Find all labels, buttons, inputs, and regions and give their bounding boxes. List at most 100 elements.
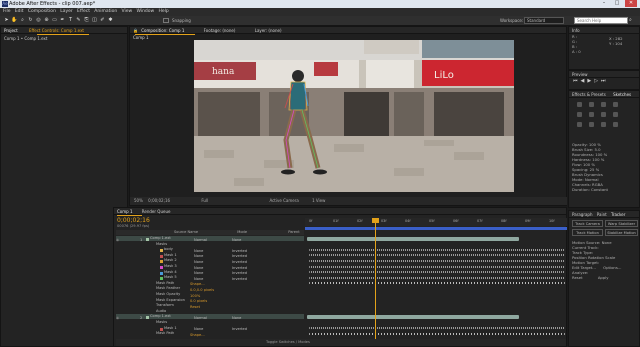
tab-footage[interactable]: Footage: (none) [204, 28, 236, 33]
pan-behind-tool-icon[interactable]: ⊕ [43, 17, 50, 24]
brush-preset-button[interactable] [601, 122, 606, 127]
brush-preset-button[interactable] [613, 112, 618, 117]
layer-row[interactable]: ◉ 1 Comp 1.ext Normal None [116, 236, 304, 242]
layer-name[interactable]: body [164, 247, 194, 252]
property-row[interactable]: Transform Reset [116, 303, 304, 309]
property-row[interactable]: Mask 2 None Inverted [116, 258, 304, 264]
tab-render-queue[interactable]: Render Queue [142, 209, 171, 214]
layer-row[interactable]: ◉ 2 Comp 1.ext Normal None [116, 314, 304, 320]
close-button[interactable]: ✕ [625, 0, 637, 7]
mask-keyframes[interactable] [309, 271, 565, 274]
mask-keyframes[interactable] [309, 248, 565, 251]
property-row[interactable]: body None Inverted [116, 247, 304, 253]
property-row[interactable]: Audio [116, 309, 304, 314]
apply-button[interactable]: Apply [598, 275, 609, 280]
tab-info[interactable]: Info [569, 27, 639, 34]
layer-name[interactable]: Audio [156, 309, 190, 314]
layer-name[interactable]: Comp 1.ext [150, 314, 194, 319]
layer-name[interactable]: Masks [156, 320, 190, 325]
timeline-track-area[interactable] [305, 236, 567, 338]
timeline-timecode[interactable]: 0;00;02;16 [117, 217, 150, 224]
layer-name[interactable]: Mask 3 [164, 264, 194, 269]
mask-path-keyframes[interactable] [309, 332, 565, 335]
menu-animation[interactable]: Animation [94, 8, 117, 16]
tab-effects-presets[interactable]: Effects & Presets [572, 92, 606, 97]
motion-source-select[interactable]: None [602, 240, 612, 245]
brush-preset-button[interactable] [613, 122, 618, 127]
layer-name[interactable]: Mask Path [156, 281, 190, 286]
track-camera-button[interactable]: Track Camera [572, 220, 603, 227]
view-layout-select[interactable]: 1 View [312, 198, 325, 203]
mask-keyframes[interactable] [309, 327, 565, 330]
brush-tool-icon[interactable]: ✎ [75, 17, 82, 24]
mask-keyframes[interactable] [309, 254, 565, 257]
current-time-indicator[interactable] [375, 218, 376, 340]
tab-paragraph[interactable]: Paragraph [572, 212, 593, 217]
brush-preset-button[interactable] [577, 122, 582, 127]
property-row[interactable]: Masks [116, 242, 304, 247]
type-tool-icon[interactable]: T [67, 17, 74, 24]
tab-project[interactable]: Project [4, 28, 18, 33]
layer-duration-bar[interactable] [307, 236, 519, 241]
col-parent[interactable]: Parent [288, 230, 300, 234]
lock-icon[interactable]: 🔒 [133, 28, 138, 33]
resolution-select[interactable]: Full [201, 198, 208, 203]
property-row[interactable]: Mask 3 None Inverted [116, 264, 304, 270]
layer-name[interactable]: Mask 4 [164, 270, 194, 275]
magnification-select[interactable]: 50% [134, 198, 143, 203]
pen-tool-icon[interactable]: ✒ [59, 17, 66, 24]
search-icon[interactable]: ⌕ [629, 17, 632, 23]
tab-composition[interactable]: Composition: Comp 1 [141, 28, 184, 33]
tab-layer[interactable]: Layer: (none) [255, 28, 282, 33]
menu-edit[interactable]: Edit [15, 8, 24, 16]
workspace-select[interactable]: Standard [524, 17, 564, 24]
work-area-bar[interactable] [305, 227, 567, 230]
menu-effect[interactable]: Effect [77, 8, 90, 16]
minimize-button[interactable]: – [598, 0, 610, 7]
eraser-tool-icon[interactable]: ◫ [91, 17, 98, 24]
rotate-tool-icon[interactable]: ↻ [27, 17, 34, 24]
menu-layer[interactable]: Layer [60, 8, 73, 16]
menu-window[interactable]: Window [136, 8, 154, 16]
brush-preset-button[interactable] [613, 102, 618, 107]
property-row[interactable]: Mask Path Shape... [116, 331, 304, 337]
layer-name[interactable]: Transform [156, 303, 190, 308]
camera-tool-icon[interactable]: ◎ [35, 17, 42, 24]
property-row[interactable]: Mask 1 None Inverted [116, 326, 304, 331]
col-mode[interactable]: Mode [237, 230, 247, 234]
layer-name[interactable]: Masks [156, 242, 190, 247]
toggle-switches-modes-button[interactable]: Toggle Switches / Modes [116, 339, 566, 346]
property-row[interactable]: Mask Expansion 0.0 pixels [116, 298, 304, 304]
property-row[interactable]: Mask 5 None Inverted [116, 275, 304, 281]
time-ruler[interactable]: 0f 01f 02f 03f 04f 05f 06f 07f 08f 09f 10f [305, 218, 567, 226]
menu-composition[interactable]: Composition [28, 8, 56, 16]
brush-preset-button[interactable] [577, 102, 582, 107]
preview-transport-controls[interactable]: ⏮◀▶▷⏭ [569, 78, 639, 84]
layer-name[interactable]: Comp 1.ext [150, 236, 194, 241]
layer-name[interactable]: Mask 1 [164, 253, 194, 258]
tab-preview[interactable]: Preview [569, 71, 639, 78]
search-help-input[interactable] [574, 17, 628, 24]
layer-name[interactable]: Mask Expansion [156, 298, 190, 303]
mask-keyframes[interactable] [309, 265, 565, 268]
brush-preset-button[interactable] [589, 112, 594, 117]
property-row[interactable]: Mask Path Shape... [116, 281, 304, 287]
tab-effect-controls[interactable]: Effect Controls: Comp 1.ext [29, 28, 84, 33]
scale-checkbox[interactable]: Scale [605, 255, 615, 260]
property-row[interactable]: Mask Opacity 100% [116, 292, 304, 298]
layer-name[interactable]: Mask 1 [164, 326, 194, 331]
mask-path-keyframes[interactable] [309, 282, 565, 285]
layer-name[interactable]: Mask Feather [156, 286, 190, 291]
menu-file[interactable]: File [3, 8, 11, 16]
mask-keyframes[interactable] [309, 259, 565, 262]
property-row[interactable]: Masks [116, 320, 304, 325]
stabilize-motion-button[interactable]: Stabilize Motion [605, 229, 638, 236]
track-motion-button[interactable]: Track Motion [572, 229, 603, 236]
layer-name[interactable]: Mask 2 [164, 258, 194, 263]
property-row[interactable]: Mask 1 None Inverted [116, 253, 304, 258]
maximize-button[interactable]: □ [611, 0, 623, 7]
active-camera-select[interactable]: Active Camera [269, 198, 298, 203]
tab-sketches[interactable]: Sketches [613, 92, 631, 97]
mask-keyframes[interactable] [309, 276, 565, 279]
col-source-name[interactable]: Source Name [174, 230, 198, 234]
